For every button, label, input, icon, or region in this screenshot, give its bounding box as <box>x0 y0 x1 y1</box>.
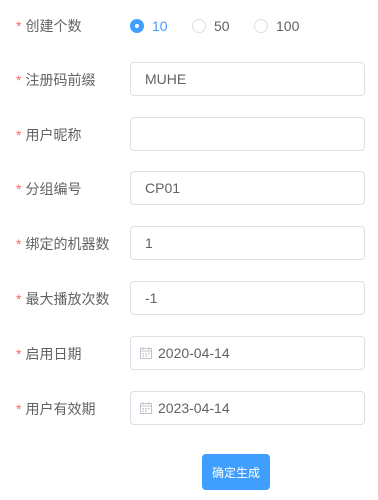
radio-label: 100 <box>276 18 300 34</box>
group-input[interactable] <box>130 171 365 205</box>
start-date-label: * 启用日期 <box>16 334 81 374</box>
nickname-label: * 用户昵称 <box>16 115 81 155</box>
form-row-max-plays: * 最大播放次数 <box>0 279 378 319</box>
required-mark: * <box>16 181 22 197</box>
prefix-label: * 注册码前缀 <box>16 60 95 100</box>
start-date-label-text: 启用日期 <box>25 346 82 362</box>
nickname-input[interactable] <box>130 117 365 151</box>
expiry-date-label: * 用户有效期 <box>16 389 95 429</box>
count-label-text: 创建个数 <box>25 18 82 34</box>
form-row-expiry-date: * 用户有效期 <box>0 389 378 429</box>
calendar-icon <box>140 347 152 359</box>
machines-label: * 绑定的机器数 <box>16 224 109 264</box>
required-mark: * <box>16 72 22 88</box>
prefix-label-text: 注册码前缀 <box>25 72 96 88</box>
generate-button[interactable]: 确定生成 <box>202 454 270 490</box>
expiry-date-label-text: 用户有效期 <box>25 401 96 417</box>
radio-unchecked-icon <box>192 19 206 33</box>
form-row-prefix: * 注册码前缀 <box>0 60 378 100</box>
form-row-count: * 创建个数 10 50 100 <box>0 6 378 46</box>
required-mark: * <box>16 291 22 307</box>
calendar-icon <box>140 402 152 414</box>
form-row-machines: * 绑定的机器数 <box>0 224 378 264</box>
required-mark: * <box>16 401 22 417</box>
required-mark: * <box>16 127 22 143</box>
max-plays-label: * 最大播放次数 <box>16 279 109 319</box>
machines-label-text: 绑定的机器数 <box>25 236 110 252</box>
required-mark: * <box>16 18 22 34</box>
max-plays-label-text: 最大播放次数 <box>25 291 110 307</box>
group-label-text: 分组编号 <box>25 181 82 197</box>
form-row-group: * 分组编号 <box>0 169 378 209</box>
required-mark: * <box>16 346 22 362</box>
max-plays-input[interactable] <box>130 281 365 315</box>
group-label: * 分组编号 <box>16 169 81 209</box>
radio-checked-icon <box>130 19 144 33</box>
expiry-date-picker[interactable] <box>130 391 365 425</box>
count-label: * 创建个数 <box>16 6 81 46</box>
nickname-label-text: 用户昵称 <box>25 127 82 143</box>
radio-unchecked-icon <box>254 19 268 33</box>
radio-label: 10 <box>152 18 168 34</box>
machines-input[interactable] <box>130 226 365 260</box>
form-row-nickname: * 用户昵称 <box>0 115 378 155</box>
prefix-input[interactable] <box>130 62 365 96</box>
form-row-start-date: * 启用日期 <box>0 334 378 374</box>
start-date-picker[interactable] <box>130 336 365 370</box>
radio-label: 50 <box>214 18 230 34</box>
required-mark: * <box>16 236 22 252</box>
